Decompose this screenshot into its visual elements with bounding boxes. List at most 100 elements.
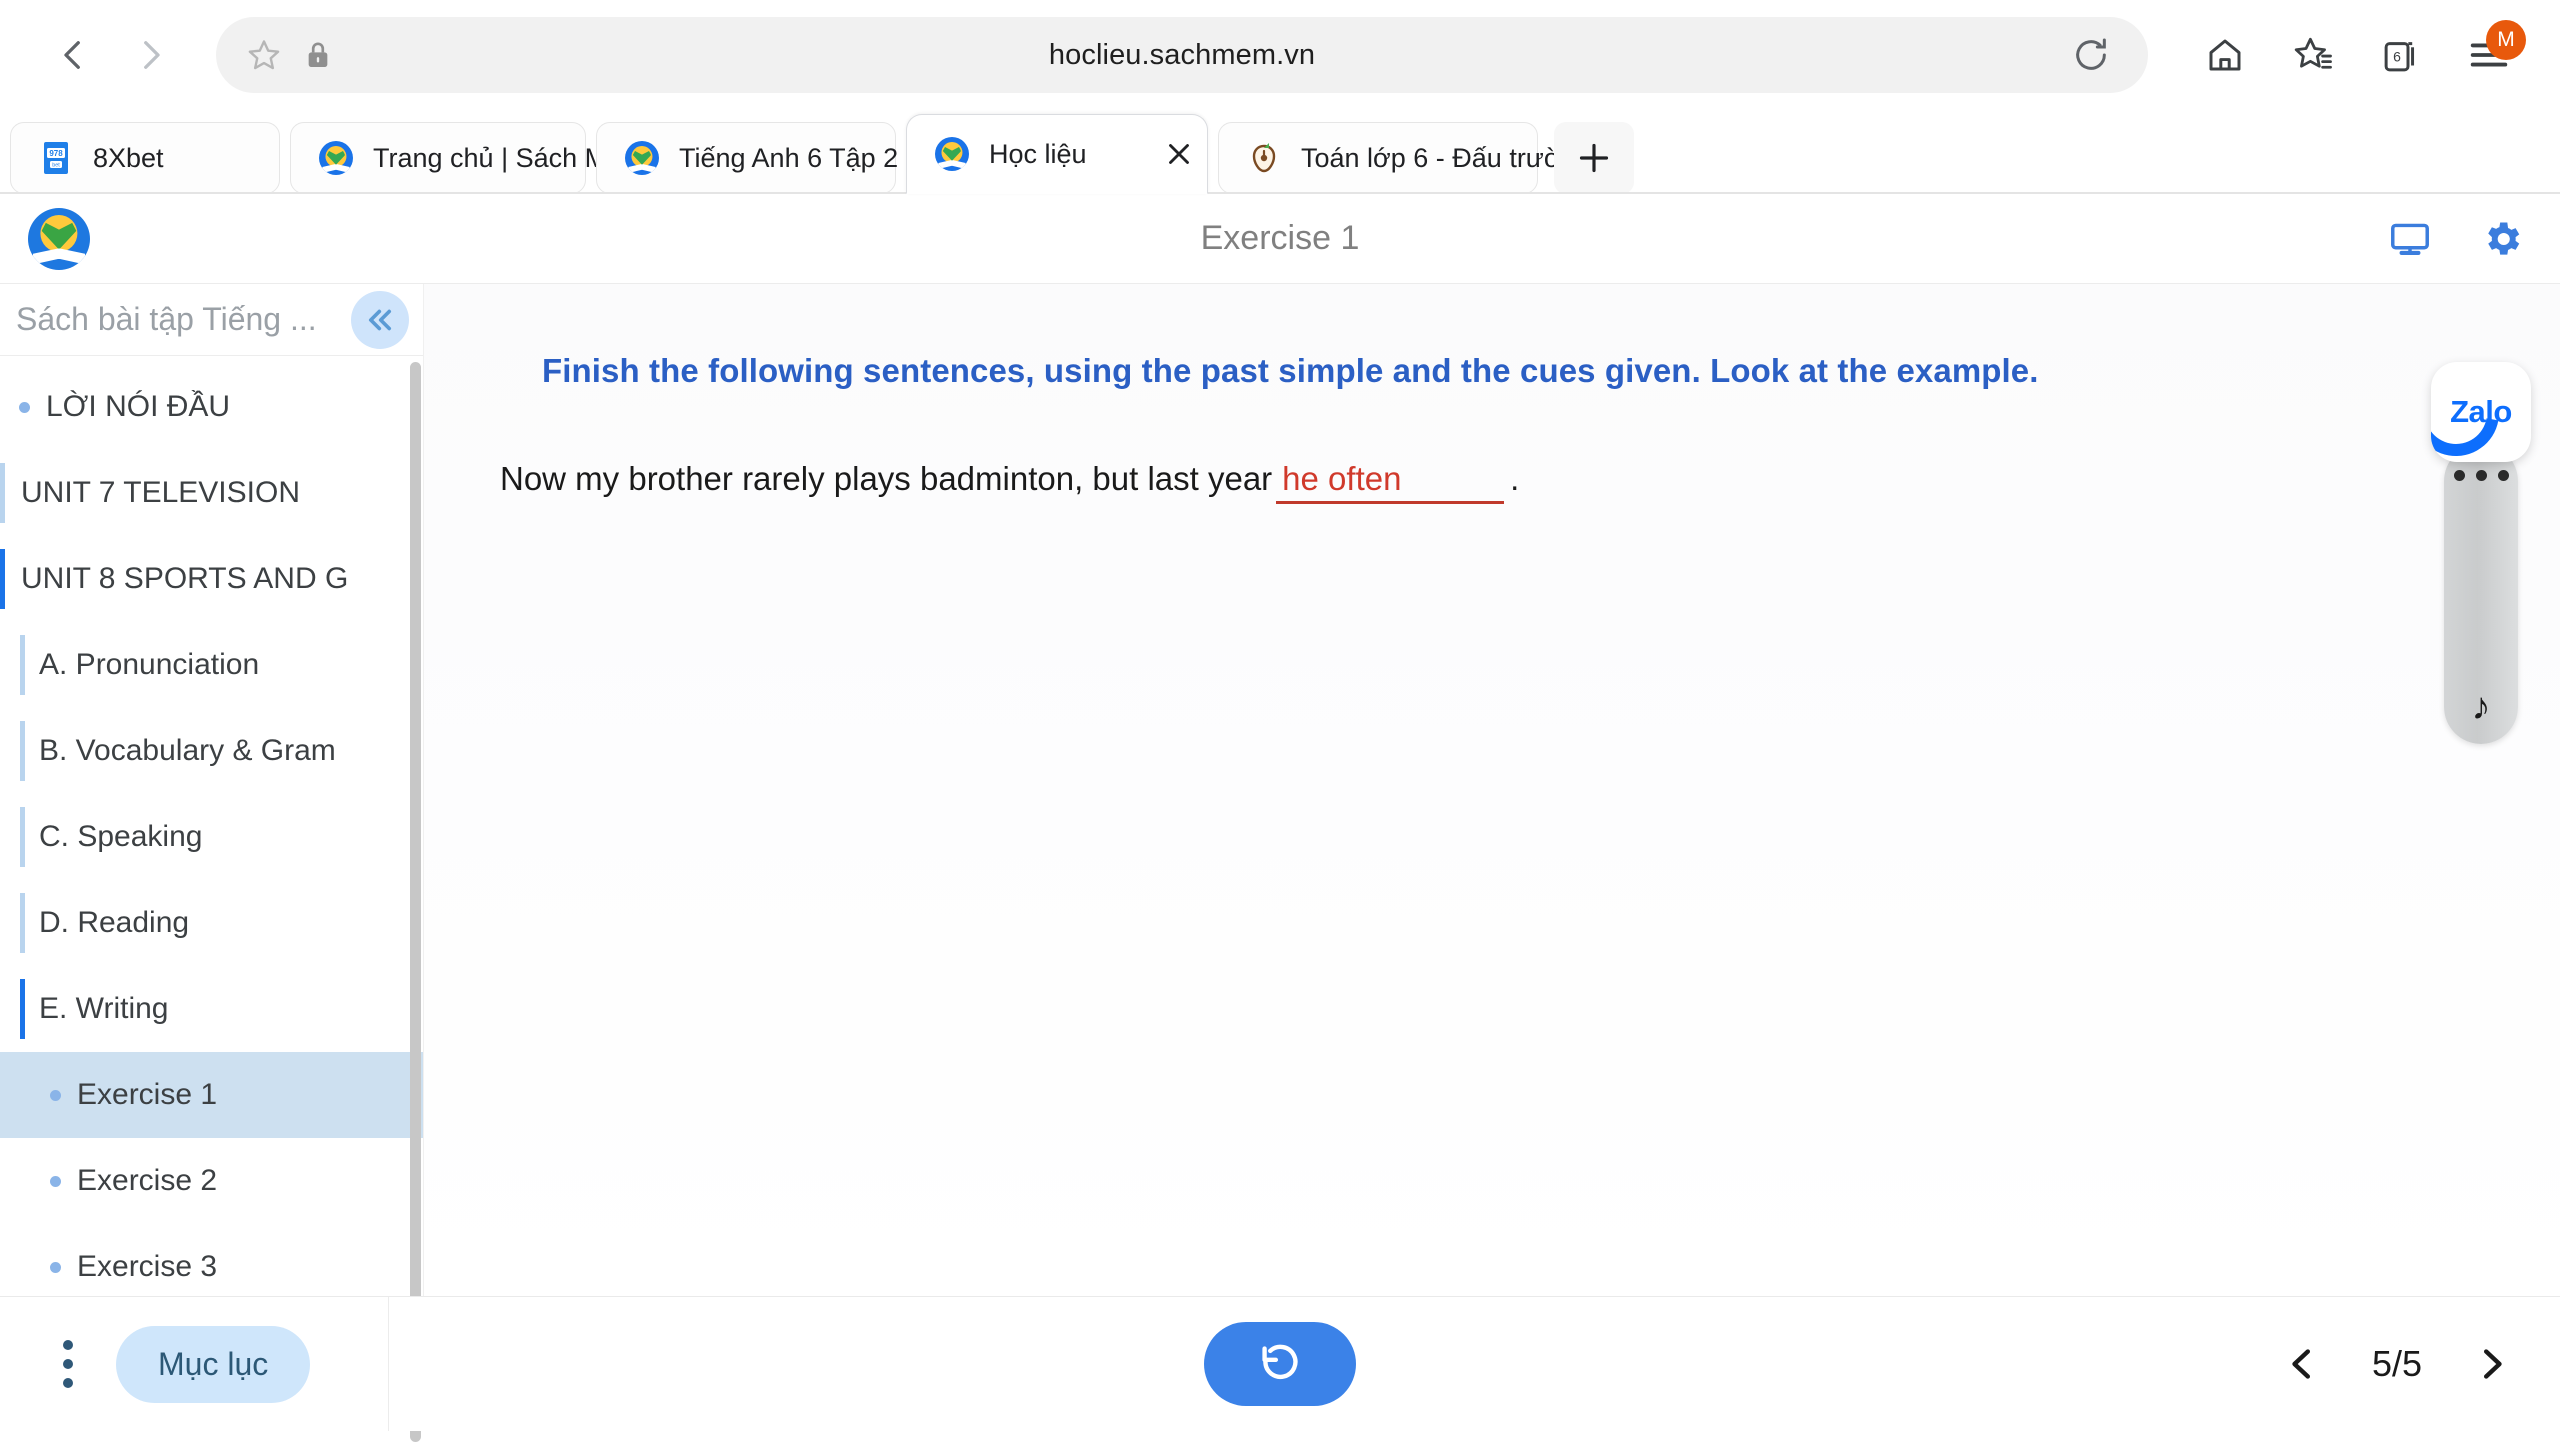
tab-hoc-lieu[interactable]: Học liệu	[906, 114, 1208, 194]
item-bar	[0, 463, 5, 523]
sidebar-item-reading[interactable]: D. Reading	[0, 880, 423, 966]
url-text: hoclieu.sachmem.vn	[1048, 38, 1316, 71]
tab-trang-chu-sach-mem[interactable]: Trang chủ | Sách Mềm	[290, 122, 645, 194]
sidebar-item-unit-8[interactable]: UNIT 8 SPORTS AND G	[0, 536, 423, 622]
address-bar-left-icons	[246, 37, 332, 73]
collections-button[interactable]: 6	[2364, 18, 2438, 92]
dot	[2475, 470, 2487, 481]
dot	[63, 1378, 73, 1388]
browser-chrome: hoclieu.sachmem.vn 6 M 978 bet 8Xbet Tra…	[0, 0, 2560, 194]
sidebar-item-label: D. Reading	[39, 906, 190, 939]
item-bar	[20, 807, 25, 867]
table-of-contents-button[interactable]: Mục lục	[116, 1325, 311, 1403]
profile-avatar[interactable]: M	[2486, 20, 2526, 60]
chevron-right-icon	[2484, 1349, 2502, 1379]
chevron-left-icon	[2292, 1349, 2310, 1379]
tab-toan-lop-6[interactable]: Toán lớp 6 - Đấu trường t...	[1218, 122, 1629, 194]
sidebar-item-label: Exercise 3	[77, 1250, 218, 1283]
answer-input[interactable]: he often	[1276, 462, 1505, 504]
logo-book	[32, 248, 86, 265]
sidebar-item-exercise-2[interactable]: Exercise 2	[0, 1138, 423, 1224]
sidebar-item-label: UNIT 7 TELEVISION	[21, 476, 300, 509]
collections-icon: 6	[2384, 42, 2415, 72]
reset-button[interactable]	[1204, 1322, 1356, 1406]
item-bar	[0, 549, 5, 609]
bullet-icon	[19, 401, 30, 413]
svg-text:bet: bet	[52, 163, 60, 169]
exercise-instruction: Finish the following sentences, using th…	[542, 352, 2039, 389]
sachmem-logo[interactable]	[28, 207, 90, 270]
app-header: Exercise 1	[0, 194, 2560, 284]
address-bar[interactable]: hoclieu.sachmem.vn	[216, 17, 2148, 93]
sidebar-item-unit-7[interactable]: UNIT 7 TELEVISION	[0, 450, 423, 536]
dot	[2453, 470, 2465, 481]
chevron-left-icon	[64, 41, 80, 69]
reload-button[interactable]	[2064, 28, 2118, 82]
item-bar	[0, 377, 5, 437]
star-icon[interactable]	[246, 37, 282, 73]
undo-icon	[1262, 1344, 1298, 1379]
item-bar	[20, 893, 25, 953]
item-bar	[20, 979, 25, 1039]
more-options-button[interactable]	[42, 1329, 94, 1399]
zalo-label: Zalo	[2450, 394, 2512, 429]
zalo-button[interactable]: Zalo	[2431, 362, 2531, 462]
favorites-button[interactable]	[2276, 18, 2350, 92]
gear-icon	[2488, 222, 2520, 255]
item-bar	[20, 635, 25, 695]
sidebar-item-loi-noi-dau[interactable]: LỜI NÓI ĐẦU	[0, 364, 423, 450]
sidebar-list: LỜI NÓI ĐẦU UNIT 7 TELEVISION UNIT 8 SPO…	[0, 356, 423, 1296]
bottom-divider	[388, 1297, 389, 1431]
sidebar-item-label: C. Speaking	[39, 820, 203, 853]
chevron-right-icon	[144, 41, 160, 69]
forward-button[interactable]	[112, 16, 190, 94]
monitor-icon	[2391, 223, 2429, 255]
bullet-icon	[50, 1261, 61, 1273]
sidebar-item-writing[interactable]: E. Writing	[0, 966, 423, 1052]
bullet-icon	[50, 1175, 61, 1187]
tab-8xbet[interactable]: 978 bet 8Xbet	[10, 122, 280, 194]
home-button[interactable]	[2188, 18, 2262, 92]
sidebar-scrollbar[interactable]	[410, 362, 421, 1442]
present-button[interactable]	[2388, 217, 2432, 261]
sidebar-item-label: LỜI NÓI ĐẦU	[46, 390, 231, 423]
dot	[63, 1340, 73, 1350]
next-page-button[interactable]	[2466, 1334, 2518, 1394]
sidebar-collapse-button[interactable]	[351, 290, 409, 349]
tab-strip: 978 bet 8Xbet Trang chủ | Sách Mềm Tiếng…	[0, 110, 2560, 194]
tab-close-button[interactable]	[1159, 134, 1199, 174]
sidebar-item-label: Exercise 1	[77, 1078, 218, 1111]
sidebar-item-label: B. Vocabulary & Gram	[39, 734, 336, 767]
back-button[interactable]	[34, 16, 112, 94]
sentence-prefix: Now my brother rarely plays badminton, b…	[500, 460, 1273, 497]
sidebar-item-exercise-1[interactable]: Exercise 1	[0, 1052, 423, 1138]
tab-title: Học liệu	[989, 138, 1087, 169]
svg-text:6: 6	[2393, 48, 2401, 64]
sidebar-item-speaking[interactable]: C. Speaking	[0, 794, 423, 880]
sachmem-favicon	[623, 139, 661, 177]
sidebar-item-label: E. Writing	[39, 992, 169, 1025]
new-tab-button[interactable]	[1554, 122, 1634, 194]
sidebar-item-exercise-3[interactable]: Exercise 3	[0, 1224, 423, 1296]
prev-page-button[interactable]	[2276, 1334, 2328, 1394]
sidebar-item-vocabulary-grammar[interactable]: B. Vocabulary & Gram	[0, 708, 423, 794]
tab-tieng-anh-6[interactable]: Tiếng Anh 6 Tập 2 - Global...	[596, 122, 1023, 194]
more-dots-icon[interactable]	[2453, 470, 2509, 481]
page-title: Exercise 1	[1200, 219, 1360, 257]
sidebar-item-pronunciation[interactable]: A. Pronunciation	[0, 622, 423, 708]
sidebar-item-label: UNIT 8 SPORTS AND G	[21, 562, 349, 595]
bullet-icon	[50, 1089, 61, 1101]
8xbet-favicon: 978 bet	[37, 139, 75, 177]
dot	[63, 1359, 73, 1369]
music-note-icon[interactable]: ♪	[2472, 688, 2491, 726]
chevron-double-left-icon	[368, 309, 392, 330]
zalo-rail[interactable]: ♪	[2444, 444, 2518, 744]
browser-toolbar: hoclieu.sachmem.vn 6 M	[0, 0, 2560, 110]
sidebar-item-label: Exercise 2	[77, 1164, 218, 1197]
page-indicator: 5/5	[2371, 1343, 2422, 1384]
sidebar: Sách bài tập Tiếng ... LỜI NÓI ĐẦU UNIT …	[0, 284, 424, 1442]
settings-button[interactable]	[2480, 217, 2524, 261]
home-icon	[2209, 39, 2241, 71]
zalo-widget[interactable]: Zalo ♪	[2428, 362, 2534, 744]
plus-icon	[1579, 143, 1609, 173]
